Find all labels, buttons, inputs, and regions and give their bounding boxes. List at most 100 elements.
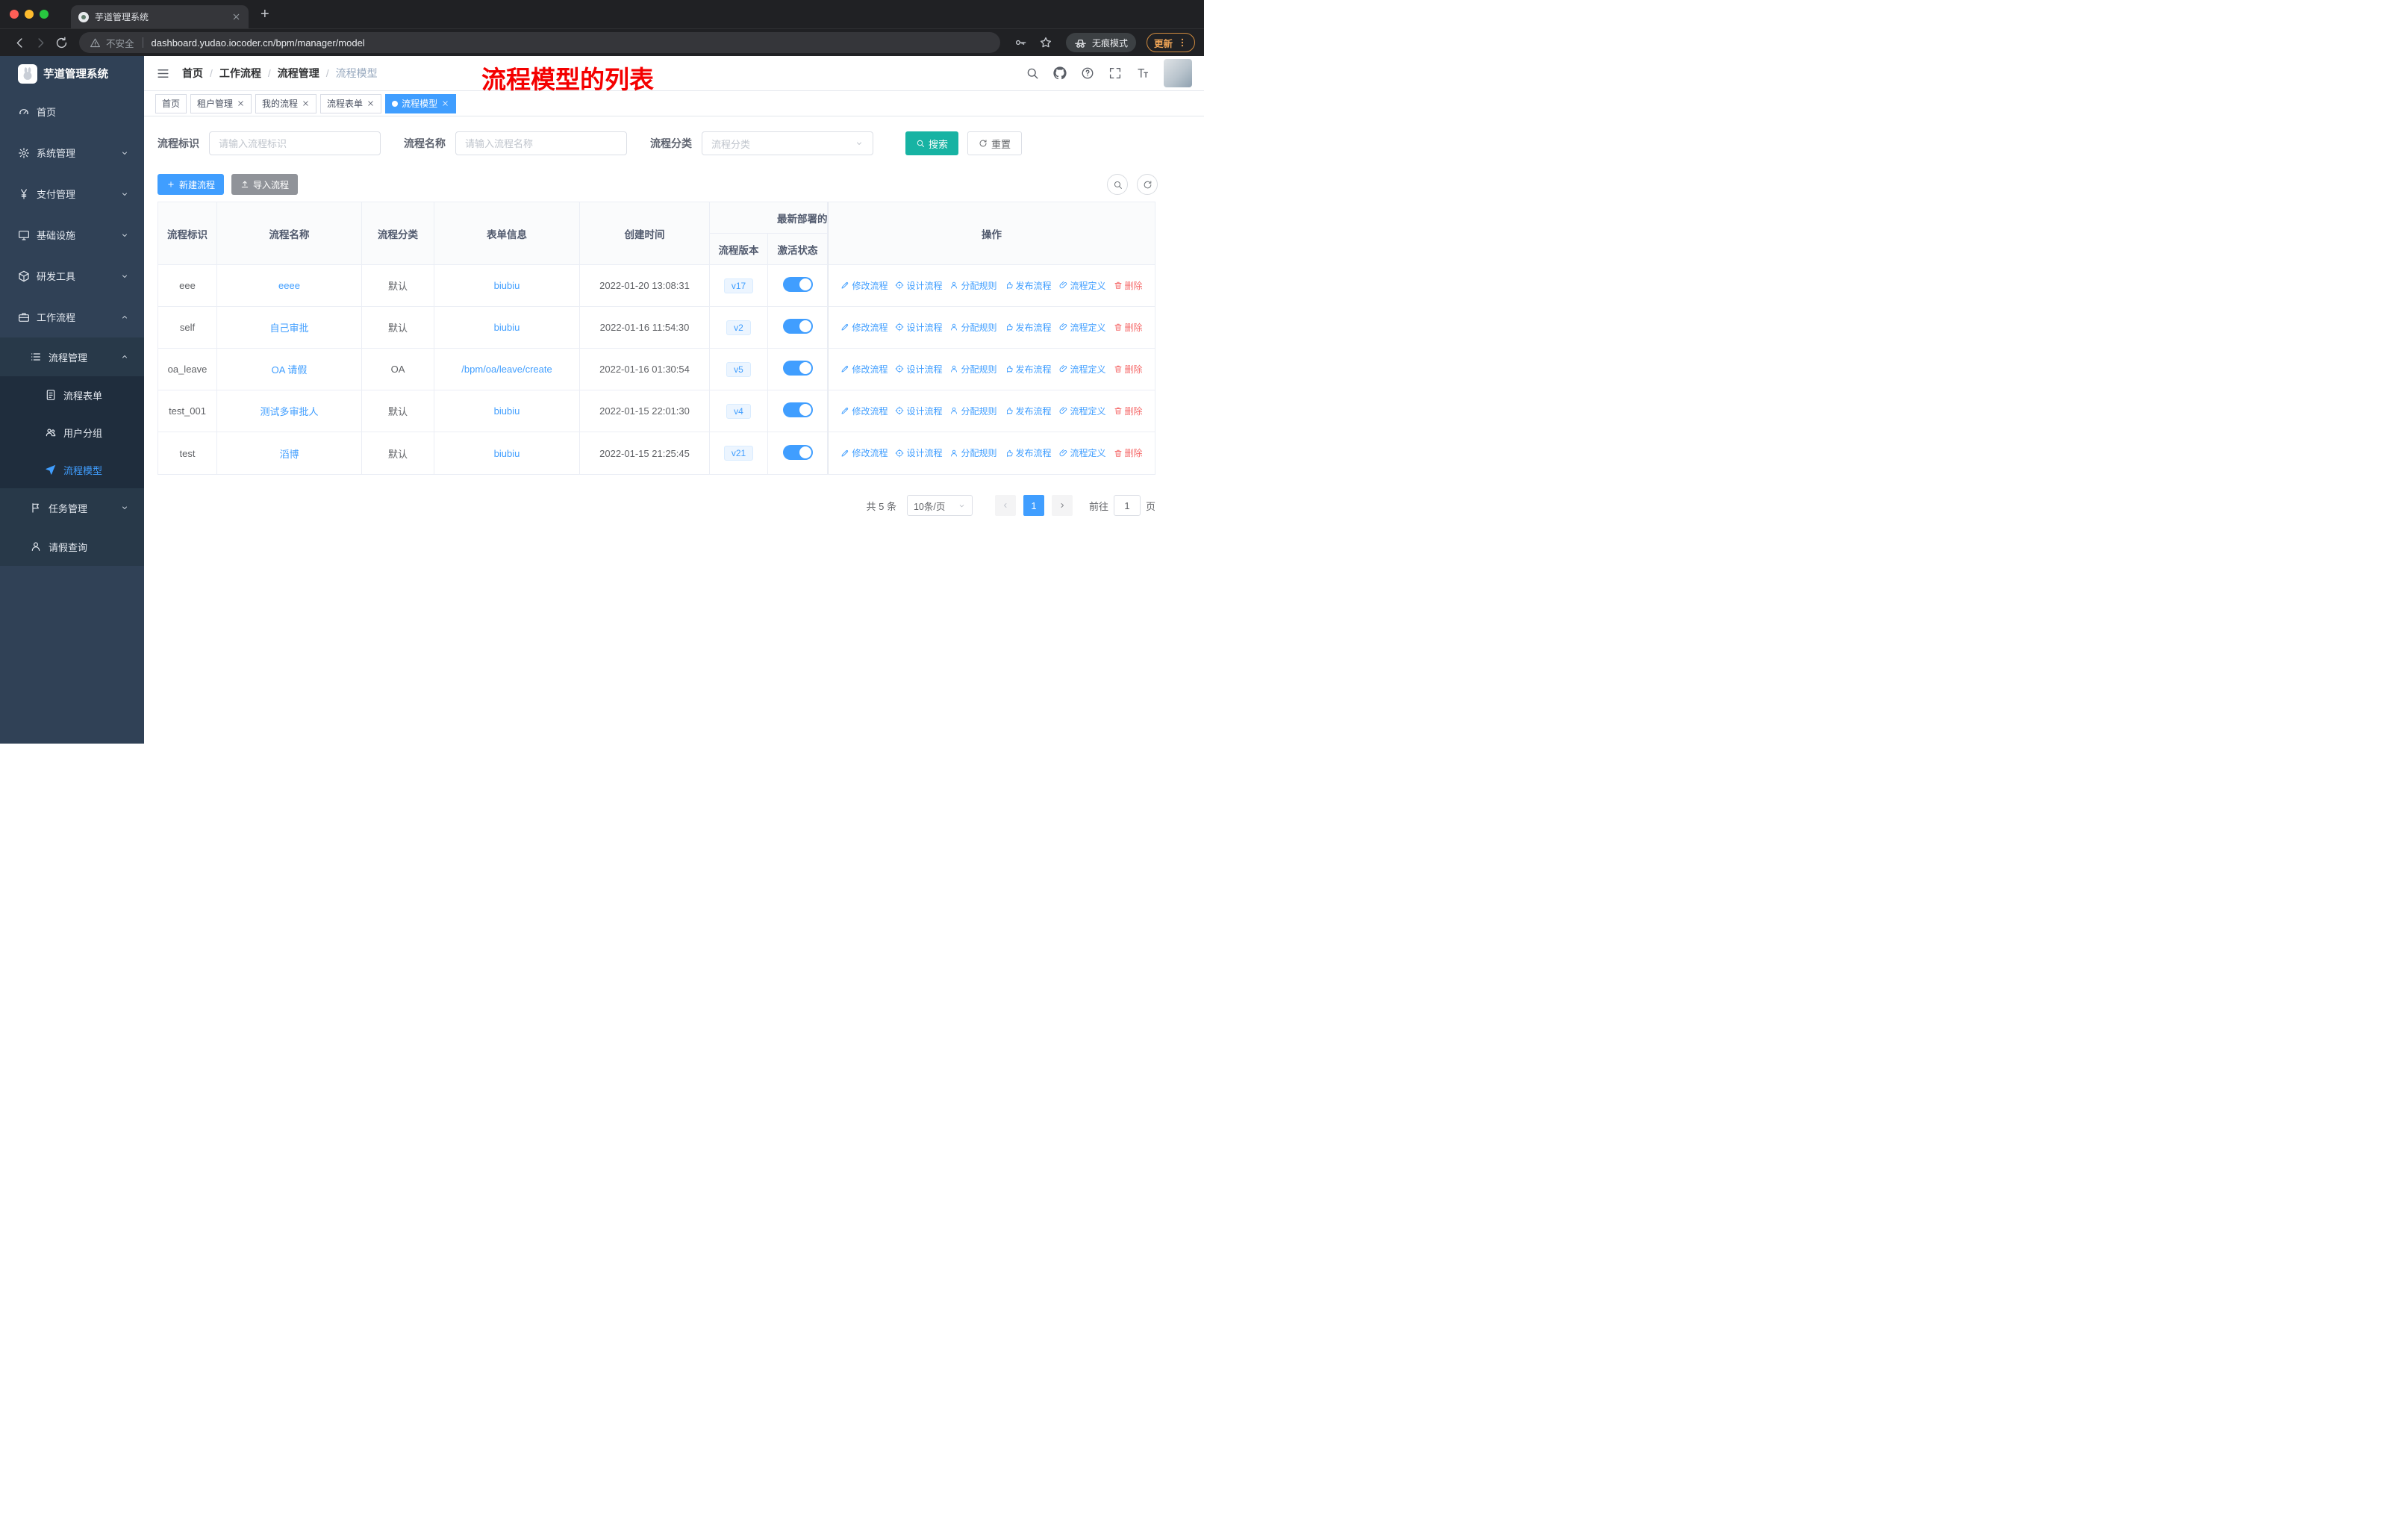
op-assign-button[interactable]: 分配规则 — [949, 279, 997, 292]
form-link[interactable]: biubiu — [494, 448, 520, 459]
breadcrumb-item[interactable]: 工作流程 — [219, 66, 261, 81]
sidebar-item-user-group[interactable]: 用户分组 — [0, 414, 144, 451]
op-definition-button[interactable]: 流程定义 — [1059, 363, 1106, 376]
form-link[interactable]: biubiu — [494, 280, 520, 291]
app-logo-row[interactable]: 芋道管理系统 — [0, 56, 144, 91]
import-process-button[interactable]: 导入流程 — [231, 174, 299, 195]
process-name-link[interactable]: 测试多审批人 — [260, 406, 318, 417]
sidebar-item-leave-query[interactable]: 请假查询 — [0, 527, 144, 566]
page-size-select[interactable]: 10条/页 — [906, 495, 973, 516]
next-page-button[interactable] — [1051, 495, 1073, 516]
breadcrumb-item[interactable]: 首页 — [182, 66, 203, 81]
op-delete-button[interactable]: 删除 — [1114, 321, 1143, 334]
version-badge[interactable]: v17 — [723, 278, 754, 293]
op-design-button[interactable]: 设计流程 — [895, 405, 942, 417]
toggle-search-button[interactable] — [1107, 174, 1128, 195]
sidebar-item-process-management[interactable]: 流程管理 — [0, 337, 144, 376]
process-name-link[interactable]: OA 请假 — [272, 364, 308, 376]
tab-close-icon[interactable] — [231, 12, 241, 22]
tag-my-process[interactable]: 我的流程 — [255, 93, 317, 113]
tag-process-form[interactable]: 流程表单 — [320, 93, 382, 113]
zoom-window-button[interactable] — [40, 10, 49, 19]
reload-button[interactable] — [51, 32, 72, 53]
active-toggle[interactable] — [782, 444, 813, 460]
prev-page-button[interactable] — [994, 495, 1016, 516]
kebab-menu-icon[interactable] — [1177, 37, 1188, 48]
forward-button[interactable] — [30, 32, 51, 53]
address-bar[interactable]: 不安全 dashboard.yudao.iocoder.cn/bpm/manag… — [79, 32, 1000, 53]
version-badge[interactable]: v2 — [726, 320, 751, 335]
op-publish-button[interactable]: 发布流程 — [1005, 405, 1052, 417]
op-assign-button[interactable]: 分配规则 — [949, 363, 997, 376]
op-edit-button[interactable]: 修改流程 — [840, 446, 888, 459]
close-icon[interactable] — [441, 99, 449, 108]
op-edit-button[interactable]: 修改流程 — [840, 279, 888, 292]
help-icon[interactable] — [1081, 66, 1094, 80]
op-definition-button[interactable]: 流程定义 — [1059, 405, 1106, 417]
tag-home[interactable]: 首页 — [155, 93, 187, 113]
op-edit-button[interactable]: 修改流程 — [840, 405, 888, 417]
op-definition-button[interactable]: 流程定义 — [1059, 279, 1106, 292]
active-toggle[interactable] — [782, 402, 813, 417]
op-design-button[interactable]: 设计流程 — [895, 279, 942, 292]
browser-tab[interactable]: 芋道管理系统 — [71, 5, 249, 28]
font-size-icon[interactable] — [1136, 66, 1150, 80]
op-assign-button[interactable]: 分配规则 — [949, 321, 997, 334]
password-key-icon[interactable] — [1014, 36, 1027, 49]
op-publish-button[interactable]: 发布流程 — [1005, 321, 1052, 334]
new-tab-button[interactable]: + — [261, 7, 269, 22]
process-name-link[interactable]: 滔博 — [279, 449, 299, 460]
sidebar-item-devtools[interactable]: 研发工具 — [0, 255, 144, 296]
sidebar-item-process-form[interactable]: 流程表单 — [0, 376, 144, 414]
back-button[interactable] — [9, 32, 30, 53]
sidebar-item-process-model[interactable]: 流程模型 — [0, 451, 144, 488]
sidebar-item-workflow[interactable]: 工作流程 — [0, 296, 144, 337]
create-process-button[interactable]: 新建流程 — [157, 174, 225, 195]
op-delete-button[interactable]: 删除 — [1114, 279, 1143, 292]
form-link[interactable]: /bpm/oa/leave/create — [461, 364, 552, 375]
close-window-button[interactable] — [10, 10, 19, 19]
active-toggle[interactable] — [782, 319, 813, 334]
op-assign-button[interactable]: 分配规则 — [949, 405, 997, 417]
page-1-button[interactable]: 1 — [1023, 495, 1044, 516]
tag-tenant[interactable]: 租户管理 — [190, 93, 252, 113]
op-delete-button[interactable]: 删除 — [1114, 446, 1143, 459]
close-icon[interactable] — [302, 99, 310, 108]
version-badge[interactable]: v5 — [726, 361, 751, 377]
sidebar-toggle-button[interactable] — [144, 66, 182, 81]
op-delete-button[interactable]: 删除 — [1114, 405, 1143, 417]
process-name-link[interactable]: 自己审批 — [269, 323, 308, 334]
close-icon[interactable] — [237, 99, 245, 108]
version-badge[interactable]: v4 — [726, 403, 751, 419]
update-browser-button[interactable]: 更新 — [1146, 33, 1195, 52]
reset-button[interactable]: 重置 — [967, 131, 1023, 155]
search-button[interactable]: 搜索 — [905, 131, 959, 155]
fullscreen-icon[interactable] — [1108, 66, 1122, 80]
sidebar-item-infrastructure[interactable]: 基础设施 — [0, 214, 144, 255]
github-icon[interactable] — [1053, 66, 1067, 80]
process-name-link[interactable]: eeee — [278, 280, 300, 291]
op-definition-button[interactable]: 流程定义 — [1059, 446, 1106, 459]
op-edit-button[interactable]: 修改流程 — [840, 321, 888, 334]
minimize-window-button[interactable] — [25, 10, 34, 19]
breadcrumb-item[interactable]: 流程管理 — [278, 66, 319, 81]
op-publish-button[interactable]: 发布流程 — [1005, 279, 1052, 292]
close-icon[interactable] — [366, 99, 375, 108]
form-link[interactable]: biubiu — [494, 322, 520, 333]
tag-process-model[interactable]: 流程模型 — [385, 93, 457, 113]
op-assign-button[interactable]: 分配规则 — [949, 446, 997, 459]
sidebar-item-home[interactable]: 首页 — [0, 91, 144, 132]
sidebar-item-payment[interactable]: 支付管理 — [0, 173, 144, 214]
process-key-input[interactable] — [209, 131, 381, 155]
op-definition-button[interactable]: 流程定义 — [1059, 321, 1106, 334]
op-edit-button[interactable]: 修改流程 — [840, 363, 888, 376]
refresh-table-button[interactable] — [1137, 174, 1158, 195]
header-search-icon[interactable] — [1026, 66, 1039, 80]
op-delete-button[interactable]: 删除 — [1114, 363, 1143, 376]
form-link[interactable]: biubiu — [494, 405, 520, 417]
active-toggle[interactable] — [782, 361, 813, 376]
active-toggle[interactable] — [782, 277, 813, 292]
sidebar-item-task-management[interactable]: 任务管理 — [0, 488, 144, 527]
process-name-input[interactable] — [455, 131, 627, 155]
sidebar-item-system[interactable]: 系统管理 — [0, 132, 144, 173]
